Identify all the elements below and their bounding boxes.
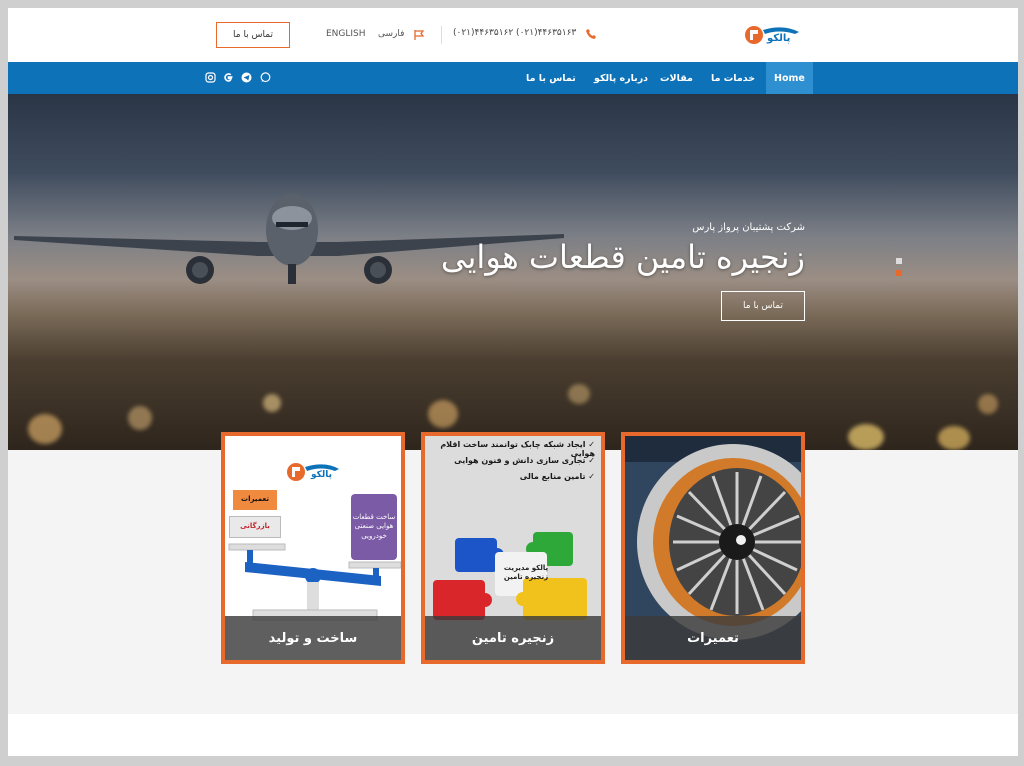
- nav-articles[interactable]: مقالات: [660, 62, 693, 94]
- page-bottom: [8, 714, 1018, 756]
- bokeh-light: [568, 384, 590, 404]
- puzzle-center-label: پالکو مدیریت زنجیره تامین: [503, 564, 549, 582]
- nav-about[interactable]: درباره پالکو: [594, 62, 648, 94]
- hero-banner: شرکت پشتیبان پرواز پارس زنجیره تامین قطع…: [8, 94, 1018, 450]
- contact-button-top[interactable]: تماس با ما: [216, 22, 290, 48]
- slider-dot-active[interactable]: [896, 270, 902, 276]
- nav-contact[interactable]: تماس با ما: [526, 62, 576, 94]
- service-card-repairs[interactable]: تعمیرات: [621, 432, 805, 664]
- nav-home[interactable]: Home: [766, 62, 813, 94]
- card-caption: زنجیره تامین: [425, 616, 601, 660]
- bokeh-light: [848, 424, 884, 450]
- card-caption: تعمیرات: [625, 616, 801, 660]
- google-icon[interactable]: [223, 72, 234, 83]
- bokeh-light: [128, 406, 152, 430]
- phone-icon: [586, 29, 596, 39]
- whatsapp-icon[interactable]: [260, 72, 271, 83]
- instagram-icon[interactable]: [205, 72, 216, 83]
- lang-farsi-link[interactable]: فارسی: [378, 29, 404, 39]
- hero-subtitle: شرکت پشتیبان پرواز پارس: [692, 222, 805, 233]
- card-caption: ساخت و تولید: [225, 616, 401, 660]
- bokeh-light: [938, 426, 970, 450]
- bokeh-light: [428, 400, 458, 428]
- slider-dot[interactable]: [896, 258, 902, 264]
- badge-commerce: بازرگانی: [229, 516, 281, 538]
- top-bar: تماس با ما ENGLISH فارسی (۰۲۱)۴۴۶۳۵۱۶۲ (…: [8, 8, 1018, 62]
- service-card-supply-chain[interactable]: ✓ ایجاد شبکه چابک توانمند ساخت اقلام هوا…: [421, 432, 605, 664]
- telegram-icon[interactable]: [241, 72, 252, 83]
- bokeh-light: [978, 394, 998, 414]
- divider: [441, 26, 442, 44]
- flag-icon: [414, 30, 425, 40]
- balance-scale-image: [228, 543, 401, 621]
- check-item: ✓ تجاری سازی دانش و فنون هوایی: [454, 456, 595, 465]
- bokeh-light: [263, 394, 281, 412]
- main-nav: تماس با ما درباره پالکو مقالات خدمات ما …: [8, 62, 1018, 94]
- site-logo[interactable]: پالکو: [743, 20, 801, 50]
- nav-services[interactable]: خدمات ما: [711, 62, 755, 94]
- service-card-manufacturing[interactable]: پالکو تعمیرات بازرگانی ساخت قطعات هوایی …: [221, 432, 405, 664]
- badge-repairs: تعمیرات: [233, 490, 277, 510]
- hero-title: زنجیره تامین قطعات هوایی: [440, 238, 805, 276]
- lang-english-link[interactable]: ENGLISH: [326, 29, 366, 39]
- phone-numbers: (۰۲۱)۴۴۶۳۵۱۶۲ (۰۲۱)۴۴۶۳۵۱۶۳: [453, 28, 577, 38]
- hero-contact-button[interactable]: تماس با ما: [721, 291, 805, 321]
- browser-page: تماس با ما ENGLISH فارسی (۰۲۱)۴۴۶۳۵۱۶۲ (…: [8, 8, 1018, 756]
- bokeh-light: [28, 414, 62, 444]
- logo-text: پالکو: [767, 33, 791, 44]
- check-item: ✓ تامین منابع مالی: [519, 472, 595, 481]
- card-logo-text: پالکو: [311, 470, 333, 480]
